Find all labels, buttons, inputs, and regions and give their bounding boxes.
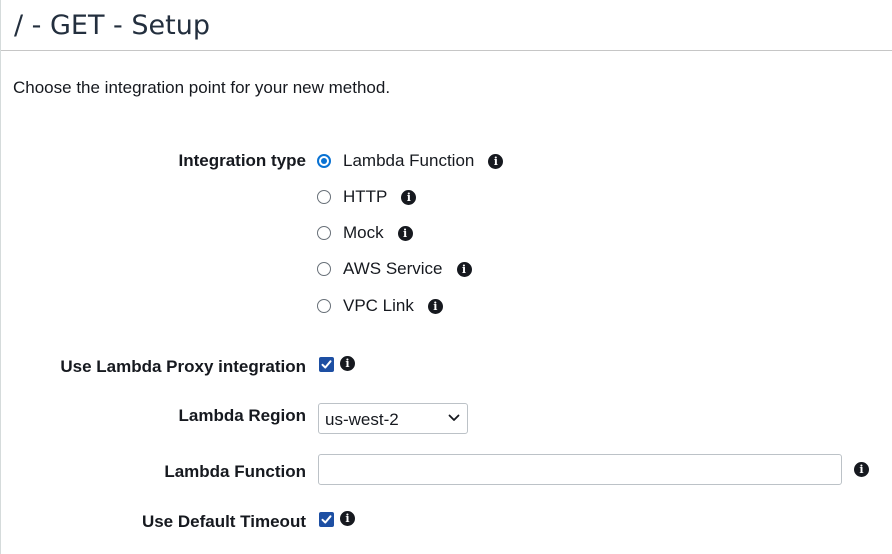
radio-lambda-function[interactable]: Lambda Function i <box>317 150 504 172</box>
method-setup-page: / - GET - Setup Choose the integration p… <box>0 0 892 554</box>
page-title: / - GET - Setup <box>14 10 210 41</box>
chevron-down-icon <box>448 414 460 421</box>
info-icon[interactable]: i <box>340 356 355 371</box>
info-icon[interactable]: i <box>340 511 355 526</box>
info-icon[interactable]: i <box>854 462 869 477</box>
default-timeout-label: Use Default Timeout <box>141 512 306 531</box>
intro-text: Choose the integration point for your ne… <box>13 78 391 97</box>
check-icon <box>321 515 332 524</box>
lambda-function-input[interactable] <box>318 454 842 485</box>
radio-mock[interactable]: Mock i <box>317 222 413 244</box>
info-icon[interactable]: i <box>456 261 472 277</box>
radio-vpc-link[interactable]: VPC Link i <box>317 295 443 317</box>
radio-label: AWS Service <box>343 259 443 278</box>
integration-type-label: Integration type <box>178 151 306 170</box>
lambda-proxy-checkbox[interactable] <box>319 357 334 372</box>
lambda-proxy-label: Use Lambda Proxy integration <box>60 357 306 376</box>
radio-button[interactable] <box>317 299 331 313</box>
radio-label: VPC Link <box>343 296 414 315</box>
selected-region: us-west-2 <box>325 410 399 429</box>
info-icon[interactable]: i <box>488 153 504 169</box>
radio-http[interactable]: HTTP i <box>317 186 417 208</box>
radio-button[interactable] <box>317 226 331 240</box>
radio-aws-service[interactable]: AWS Service i <box>317 258 472 280</box>
title-divider <box>1 50 892 51</box>
info-icon[interactable]: i <box>401 189 417 205</box>
radio-button-selected[interactable] <box>317 154 331 168</box>
radio-label: HTTP <box>343 187 388 206</box>
radio-label: Lambda Function <box>343 151 475 170</box>
lambda-region-select[interactable]: us-west-2 <box>318 403 468 434</box>
check-icon <box>321 360 332 369</box>
left-border <box>0 0 1 554</box>
radio-button[interactable] <box>317 262 331 276</box>
lambda-function-label: Lambda Function <box>164 462 306 481</box>
info-icon[interactable]: i <box>427 298 443 314</box>
lambda-region-label: Lambda Region <box>178 406 306 425</box>
default-timeout-checkbox[interactable] <box>319 512 334 527</box>
info-icon[interactable]: i <box>397 225 413 241</box>
radio-button[interactable] <box>317 190 331 204</box>
radio-label: Mock <box>343 223 384 242</box>
